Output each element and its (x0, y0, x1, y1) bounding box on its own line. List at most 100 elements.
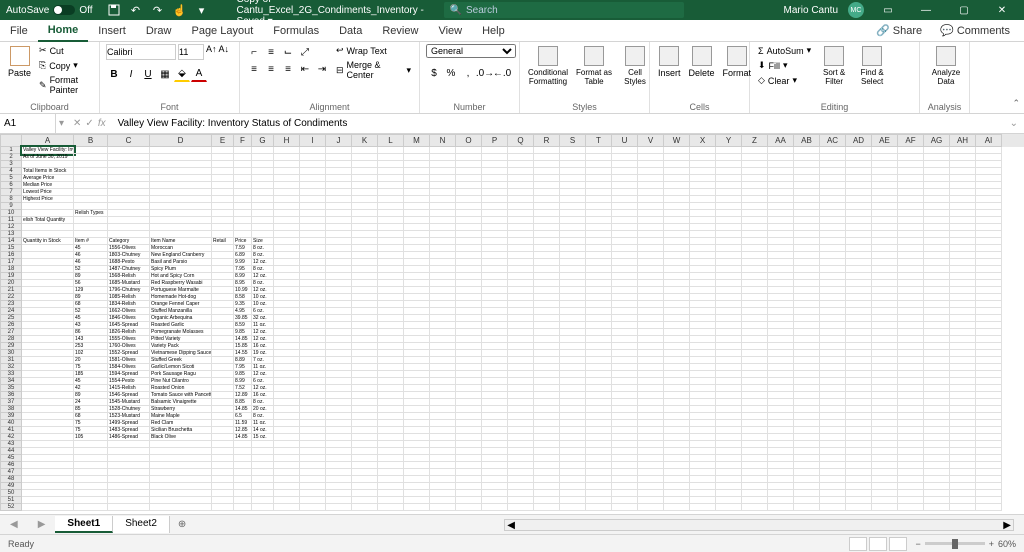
cell[interactable] (274, 301, 300, 308)
cell[interactable] (212, 497, 234, 504)
cell[interactable] (508, 168, 534, 175)
cell[interactable] (430, 161, 456, 168)
cell[interactable] (924, 189, 950, 196)
cell[interactable] (352, 406, 378, 413)
cell[interactable] (352, 441, 378, 448)
cell[interactable] (794, 357, 820, 364)
cell[interactable] (742, 224, 768, 231)
cell[interactable] (976, 343, 1002, 350)
cell[interactable] (404, 238, 430, 245)
cell[interactable] (794, 231, 820, 238)
cell[interactable] (378, 182, 404, 189)
cell[interactable] (482, 238, 508, 245)
cell[interactable] (612, 182, 638, 189)
cell[interactable] (664, 273, 690, 280)
cell[interactable] (326, 504, 352, 511)
tab-home[interactable]: Home (38, 20, 89, 42)
cell[interactable] (352, 203, 378, 210)
cell[interactable] (820, 315, 846, 322)
cell[interactable] (872, 273, 898, 280)
cell[interactable] (768, 497, 794, 504)
cell[interactable] (404, 294, 430, 301)
cell[interactable] (404, 203, 430, 210)
cell[interactable] (638, 203, 664, 210)
cell[interactable] (690, 448, 716, 455)
cell[interactable] (22, 469, 74, 476)
cell[interactable] (352, 336, 378, 343)
cell[interactable] (404, 161, 430, 168)
cell[interactable] (326, 322, 352, 329)
cell[interactable] (404, 147, 430, 154)
cell[interactable] (924, 182, 950, 189)
font-size-select[interactable] (178, 44, 204, 60)
cell[interactable] (820, 413, 846, 420)
cell[interactable] (820, 217, 846, 224)
cell[interactable] (872, 399, 898, 406)
cell[interactable] (326, 483, 352, 490)
cell[interactable] (22, 476, 74, 483)
cell[interactable] (612, 392, 638, 399)
cell[interactable] (326, 441, 352, 448)
cell[interactable] (560, 483, 586, 490)
cell[interactable] (612, 161, 638, 168)
cell[interactable] (846, 301, 872, 308)
cell[interactable] (690, 252, 716, 259)
cell[interactable] (742, 497, 768, 504)
cell[interactable] (430, 399, 456, 406)
cell[interactable] (74, 497, 108, 504)
cell[interactable] (482, 231, 508, 238)
cell[interactable] (768, 231, 794, 238)
cell[interactable] (534, 476, 560, 483)
cell[interactable] (378, 175, 404, 182)
cell[interactable] (508, 322, 534, 329)
cell[interactable] (586, 406, 612, 413)
row-header[interactable]: 31 (0, 357, 22, 364)
cell[interactable] (716, 490, 742, 497)
cell[interactable] (300, 259, 326, 266)
cell[interactable] (976, 294, 1002, 301)
column-header[interactable]: U (612, 134, 638, 147)
row-header[interactable]: 42 (0, 434, 22, 441)
cell[interactable] (690, 441, 716, 448)
cell[interactable] (846, 203, 872, 210)
cell[interactable] (560, 238, 586, 245)
tab-data[interactable]: Data (329, 20, 372, 42)
cell[interactable] (378, 147, 404, 154)
cell[interactable] (586, 504, 612, 511)
cell[interactable] (846, 469, 872, 476)
cell[interactable] (508, 245, 534, 252)
cell[interactable] (352, 301, 378, 308)
cell[interactable] (378, 406, 404, 413)
cell[interactable] (846, 245, 872, 252)
cell[interactable] (898, 427, 924, 434)
cell[interactable]: 8.85 (234, 399, 252, 406)
cell[interactable] (690, 231, 716, 238)
cell[interactable] (716, 224, 742, 231)
cell[interactable] (820, 469, 846, 476)
align-top-icon[interactable]: ⌐ (246, 44, 262, 60)
cell[interactable] (252, 182, 274, 189)
cell[interactable] (508, 399, 534, 406)
cell[interactable] (560, 273, 586, 280)
cell[interactable] (794, 217, 820, 224)
cell[interactable] (378, 378, 404, 385)
cell[interactable] (274, 336, 300, 343)
cell[interactable] (820, 294, 846, 301)
column-header[interactable]: I (300, 134, 326, 147)
cell[interactable] (638, 399, 664, 406)
cell[interactable] (664, 224, 690, 231)
cell[interactable] (716, 168, 742, 175)
cell[interactable] (300, 231, 326, 238)
cell[interactable] (976, 483, 1002, 490)
cell[interactable] (326, 427, 352, 434)
cell[interactable] (768, 462, 794, 469)
cell[interactable] (378, 371, 404, 378)
cell[interactable] (794, 280, 820, 287)
cell[interactable] (768, 147, 794, 154)
align-middle-icon[interactable]: ≡ (263, 44, 279, 60)
cell[interactable] (872, 371, 898, 378)
cell[interactable] (326, 147, 352, 154)
cell[interactable] (534, 189, 560, 196)
cell[interactable] (212, 231, 234, 238)
cell[interactable]: 14.85 (234, 406, 252, 413)
